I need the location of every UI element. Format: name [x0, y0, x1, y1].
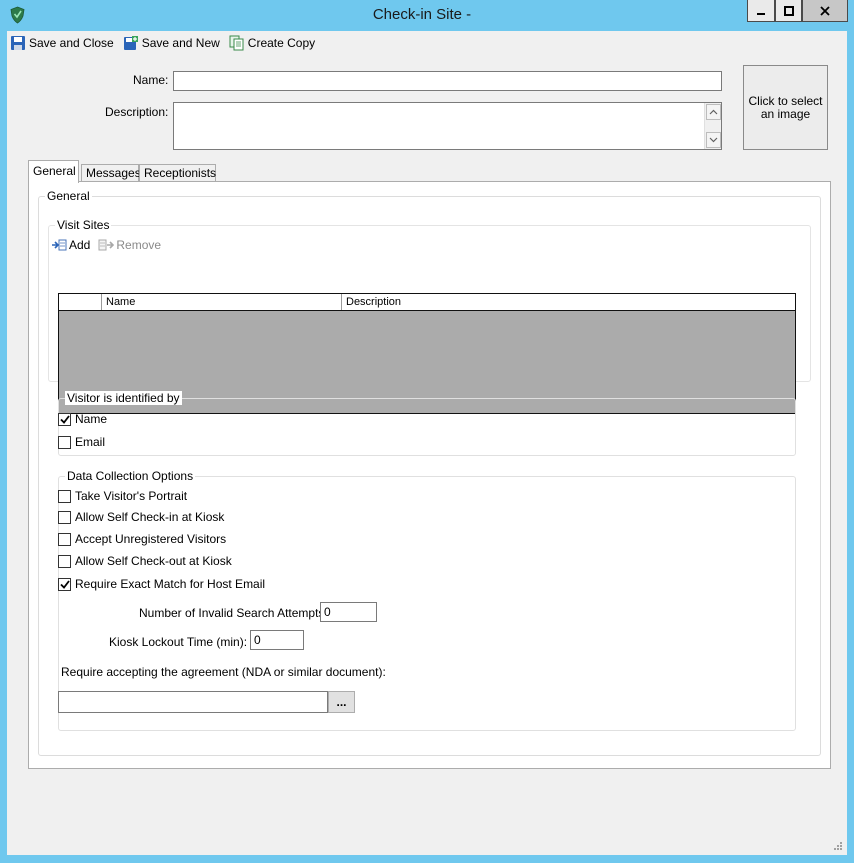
- data-collection-title: Data Collection Options: [65, 469, 196, 483]
- checkbox-label: Email: [75, 435, 106, 449]
- window-client-area: Save and Close Save and New Create Copy: [7, 31, 847, 855]
- create-copy-label: Create Copy: [247, 36, 316, 50]
- chevron-down-icon: [709, 137, 718, 143]
- lockout-time-input[interactable]: 0: [250, 630, 304, 650]
- checkbox-box[interactable]: [58, 435, 71, 449]
- tab-general[interactable]: General: [28, 160, 79, 183]
- agreement-input[interactable]: [58, 691, 328, 713]
- minimize-button[interactable]: [747, 0, 775, 22]
- remove-visit-site-button[interactable]: Remove: [98, 238, 161, 252]
- name-input[interactable]: [173, 71, 722, 91]
- checkbox-box[interactable]: [58, 510, 71, 524]
- identify-by-name-checkbox[interactable]: Name: [58, 412, 107, 426]
- general-tab-panel: General Visit Sites Add Remove Name Desc…: [28, 181, 831, 769]
- create-copy-button[interactable]: Create Copy: [226, 32, 318, 54]
- scroll-up-button[interactable]: [706, 104, 721, 120]
- copy-document-icon: [229, 35, 244, 51]
- visit-sites-title: Visit Sites: [55, 218, 112, 232]
- visitor-identified-group: Visitor is identified by: [58, 391, 796, 456]
- checkbox-box[interactable]: [58, 489, 71, 503]
- checkbox-label: Require Exact Match for Host Email: [75, 577, 266, 591]
- maximize-button[interactable]: [775, 0, 802, 22]
- description-label: Description:: [105, 105, 169, 119]
- save-and-close-button[interactable]: Save and Close: [7, 32, 117, 54]
- floppy-disk-icon: [11, 36, 25, 50]
- general-group-title: General: [45, 189, 92, 203]
- checkbox-box[interactable]: [58, 412, 71, 426]
- self-check-in-checkbox[interactable]: Allow Self Check-in at Kiosk: [58, 510, 224, 524]
- minimize-icon: [757, 12, 765, 15]
- checkbox-label: Allow Self Check-out at Kiosk: [75, 554, 232, 568]
- column-header-description[interactable]: Description: [342, 294, 795, 310]
- save-and-new-label: Save and New: [141, 36, 220, 50]
- checkbox-box[interactable]: [58, 577, 71, 591]
- save-new-icon: [123, 36, 138, 50]
- save-and-close-label: Save and Close: [29, 36, 114, 50]
- tab-messages[interactable]: Messages: [81, 164, 141, 182]
- toolbar: Save and Close Save and New Create Copy: [7, 31, 847, 55]
- agreement-label: Require accepting the agreement (NDA or …: [61, 665, 386, 679]
- invalid-attempts-label: Number of Invalid Search Attempts:: [139, 606, 328, 620]
- visitor-identified-title: Visitor is identified by: [65, 391, 182, 405]
- checkbox-label: Name: [75, 412, 108, 426]
- identify-by-email-checkbox[interactable]: Email: [58, 435, 105, 449]
- description-scrollbar[interactable]: [704, 103, 721, 149]
- close-icon: [820, 5, 830, 16]
- invalid-attempts-input[interactable]: 0: [320, 602, 377, 622]
- check-in-site-window: Check-in Site - Save and Close Save and …: [0, 0, 854, 863]
- title-bar[interactable]: Check-in Site -: [0, 0, 854, 31]
- close-button[interactable]: [802, 0, 848, 22]
- remove-label: Remove: [116, 238, 162, 252]
- exact-match-email-checkbox[interactable]: Require Exact Match for Host Email: [58, 577, 265, 591]
- take-portrait-checkbox[interactable]: Take Visitor's Portrait: [58, 489, 187, 503]
- checkbox-box[interactable]: [58, 554, 71, 568]
- checkbox-label: Accept Unregistered Visitors: [75, 532, 227, 546]
- name-label: Name:: [133, 73, 169, 87]
- grid-header: Name Description: [59, 294, 795, 311]
- self-check-out-checkbox[interactable]: Allow Self Check-out at Kiosk: [58, 554, 232, 568]
- image-selector[interactable]: Click to select an image: [743, 65, 828, 150]
- window-title: Check-in Site -: [372, 6, 472, 23]
- add-label: Add: [69, 238, 91, 252]
- add-row-icon: [52, 239, 67, 251]
- visit-sites-toolbar: Add Remove: [51, 238, 161, 252]
- maximize-icon: [783, 5, 794, 16]
- checkmark-icon: [59, 414, 70, 424]
- checkbox-box[interactable]: [58, 532, 71, 546]
- save-and-new-button[interactable]: Save and New: [120, 32, 223, 54]
- scroll-down-button[interactable]: [706, 132, 721, 148]
- chevron-up-icon: [709, 109, 718, 115]
- resize-grip-icon[interactable]: [833, 841, 843, 851]
- tab-receptionists[interactable]: Receptionists: [139, 164, 216, 182]
- remove-row-icon: [98, 239, 115, 251]
- column-header-name[interactable]: Name: [102, 294, 342, 310]
- unregistered-visitors-checkbox[interactable]: Accept Unregistered Visitors: [58, 532, 226, 546]
- lockout-time-label: Kiosk Lockout Time (min):: [109, 635, 248, 649]
- checkbox-label: Take Visitor's Portrait: [75, 489, 188, 503]
- description-input[interactable]: [173, 102, 722, 150]
- general-group: General Visit Sites Add Remove Name Desc…: [38, 189, 821, 756]
- checkbox-label: Allow Self Check-in at Kiosk: [75, 510, 225, 524]
- row-header-corner: [59, 294, 102, 310]
- checkmark-icon: [59, 579, 70, 589]
- add-visit-site-button[interactable]: Add: [51, 238, 90, 252]
- browse-agreement-button[interactable]: ...: [328, 691, 355, 713]
